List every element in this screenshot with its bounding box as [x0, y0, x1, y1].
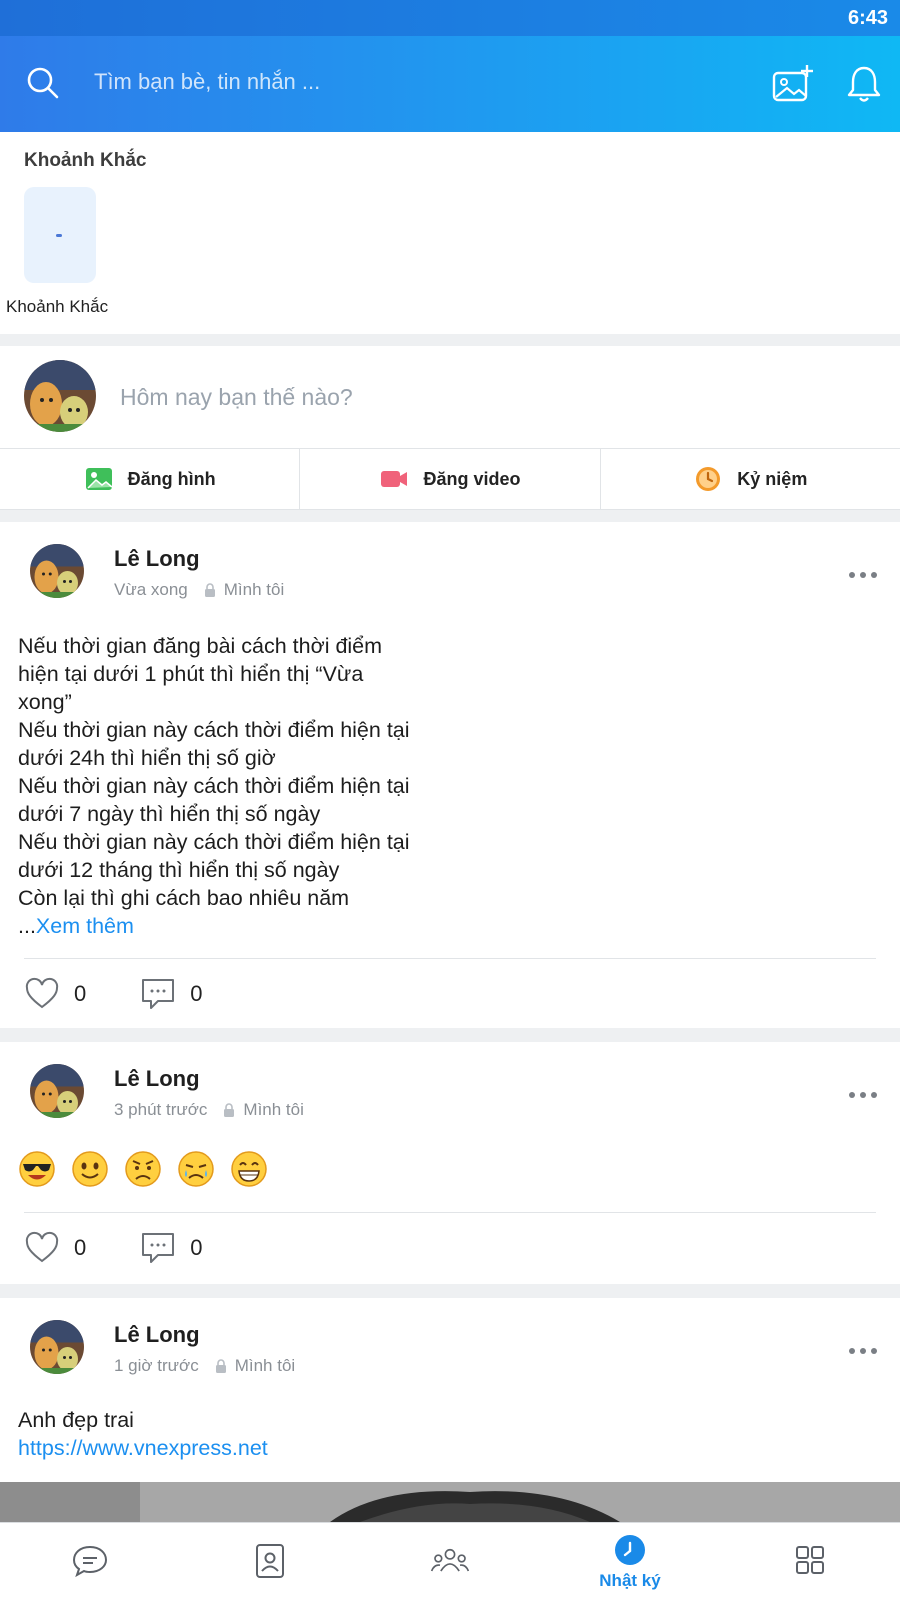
post-meta: 1 giờ trước Mình tôi	[114, 1356, 295, 1376]
post-time: 1 giờ trước	[114, 1356, 199, 1375]
post-text-line: Anh đẹp trai	[18, 1408, 134, 1432]
post-link[interactable]: https://www.vnexpress.net	[18, 1434, 268, 1462]
tab-groups[interactable]	[360, 1523, 540, 1600]
comment-count: 0	[190, 1235, 203, 1260]
post-text-line: Còn lại thì ghi cách bao nhiêu năm	[18, 886, 350, 910]
heart-icon[interactable]	[24, 1230, 60, 1266]
post-privacy: Mình tôi	[243, 1100, 304, 1119]
more-options-icon[interactable]	[848, 1090, 878, 1100]
worried-emoji-icon	[125, 1151, 161, 1187]
app-header: Tìm bạn bè, tin nhắn ...	[0, 36, 900, 132]
moment-label: Khoảnh Khắc	[6, 297, 109, 316]
lock-icon	[215, 1359, 226, 1373]
tab-contacts[interactable]	[180, 1523, 360, 1600]
more-options-icon[interactable]	[848, 570, 878, 580]
tab-messages[interactable]	[0, 1523, 180, 1600]
post-photo-preview	[0, 1482, 900, 1522]
post-meta: Vừa xong Mình tôi	[114, 580, 284, 600]
lock-icon	[204, 583, 215, 597]
post-photo-label: Đăng hình	[127, 468, 216, 489]
moment-dot	[56, 234, 62, 237]
post-video-button[interactable]: Đăng video	[300, 449, 601, 509]
reaction-bar: 0 0	[24, 976, 243, 1012]
timeline-icon	[615, 1534, 645, 1565]
post-time: 3 phút trước	[114, 1100, 208, 1119]
avatar[interactable]	[30, 1064, 84, 1118]
bottom-navigation: Nhật ký	[0, 1522, 900, 1600]
bell-icon[interactable]	[846, 64, 882, 104]
comment-count: 0	[190, 981, 203, 1006]
chat-icon	[72, 1545, 108, 1577]
more-options-icon[interactable]	[848, 1346, 878, 1356]
see-more-link[interactable]: Xem thêm	[36, 914, 134, 938]
groups-icon	[430, 1548, 470, 1571]
post-video-label: Đăng video	[423, 468, 521, 489]
search-icon[interactable]	[26, 66, 60, 100]
memory-clock-icon	[696, 467, 721, 491]
post-text-line: hiện tại dưới 1 phút thì hiển thị “Vừa	[18, 662, 364, 686]
photo-add-icon[interactable]	[772, 64, 814, 104]
comment-icon[interactable]	[140, 976, 176, 1012]
avatar[interactable]	[30, 544, 84, 598]
post-text-line: Nếu thời gian này cách thời điểm hiện tạ…	[18, 718, 410, 742]
status-prompt[interactable]: Hôm nay bạn thế nào?	[120, 384, 353, 411]
post-text: Anh đẹp trai https://www.vnexpress.net	[18, 1406, 268, 1462]
post-photo-button[interactable]: Đăng hình	[0, 449, 301, 509]
post-author[interactable]: Lê Long	[114, 546, 200, 572]
tab-timeline-label: Nhật ký	[599, 1570, 661, 1590]
post-privacy: Mình tôi	[234, 1356, 296, 1375]
smile-emoji-icon	[72, 1151, 108, 1187]
post-text-line: Nếu thời gian này cách thời điểm hiện tạ…	[18, 774, 410, 798]
grid-icon	[796, 1545, 824, 1574]
post-text-line: Nếu thời gian này cách thời điểm hiện tạ…	[18, 830, 410, 854]
memories-label: Kỷ niệm	[737, 468, 808, 489]
contacts-icon	[256, 1543, 284, 1578]
post-meta: 3 phút trước Mình tôi	[114, 1100, 304, 1120]
feed-post: Lê Long Vừa xong Mình tôi Nếu thời gian …	[0, 522, 900, 1028]
status-bar: 6:43	[0, 0, 900, 36]
image-icon	[85, 468, 113, 490]
divider	[24, 1212, 876, 1213]
video-icon	[381, 471, 408, 487]
crying-emoji-icon	[178, 1151, 214, 1187]
memories-button[interactable]: Kỷ niệm	[601, 449, 900, 509]
moments-title: Khoảnh Khắc	[24, 150, 147, 171]
post-author[interactable]: Lê Long	[114, 1322, 200, 1348]
cool-emoji-icon	[19, 1151, 55, 1187]
post-text: Nếu thời gian đăng bài cách thời điểm hi…	[18, 632, 410, 940]
search-input[interactable]: Tìm bạn bè, tin nhắn ...	[94, 69, 320, 95]
comment-icon[interactable]	[140, 1230, 176, 1266]
feed-post: Lê Long 3 phút trước Mình tôi 0 0	[0, 1042, 900, 1284]
moment-thumbnail[interactable]	[24, 187, 96, 283]
avatar[interactable]	[24, 360, 96, 432]
post-composer: Hôm nay bạn thế nào? Đăng hình Đăng vide…	[0, 346, 900, 510]
lock-icon	[224, 1103, 235, 1117]
post-privacy: Mình tôi	[223, 580, 285, 599]
grin-emoji-icon	[231, 1151, 267, 1187]
post-author[interactable]: Lê Long	[114, 1066, 200, 1092]
tab-more[interactable]	[720, 1523, 900, 1600]
divider	[24, 958, 876, 959]
emoji-row	[18, 1150, 268, 1188]
post-text-line: xong”	[18, 690, 72, 714]
moments-section: Khoảnh Khắc Khoảnh Khắc	[0, 132, 900, 334]
composer-actions: Đăng hình Đăng video Kỷ niệm	[0, 448, 900, 510]
post-text-line: dưới 24h thì hiển thị số giờ	[18, 746, 276, 770]
post-text-line: dưới 12 tháng thì hiển thị số ngày	[18, 858, 340, 882]
tab-timeline[interactable]: Nhật ký	[540, 1523, 720, 1600]
reaction-bar: 0 0	[24, 1230, 243, 1266]
post-photo[interactable]	[0, 1482, 900, 1522]
clock: 6:43	[847, 7, 888, 29]
see-more-row: ...Xem thêm	[18, 912, 410, 940]
avatar[interactable]	[30, 1320, 84, 1374]
post-text-line: Nếu thời gian đăng bài cách thời điểm	[18, 634, 383, 658]
like-count: 0	[74, 981, 87, 1006]
ellipsis: ...	[18, 914, 36, 938]
like-count: 0	[74, 1235, 87, 1260]
post-time: Vừa xong	[114, 580, 188, 599]
heart-icon[interactable]	[24, 976, 60, 1012]
post-text-line: dưới 7 ngày thì hiển thị số ngày	[18, 802, 321, 826]
